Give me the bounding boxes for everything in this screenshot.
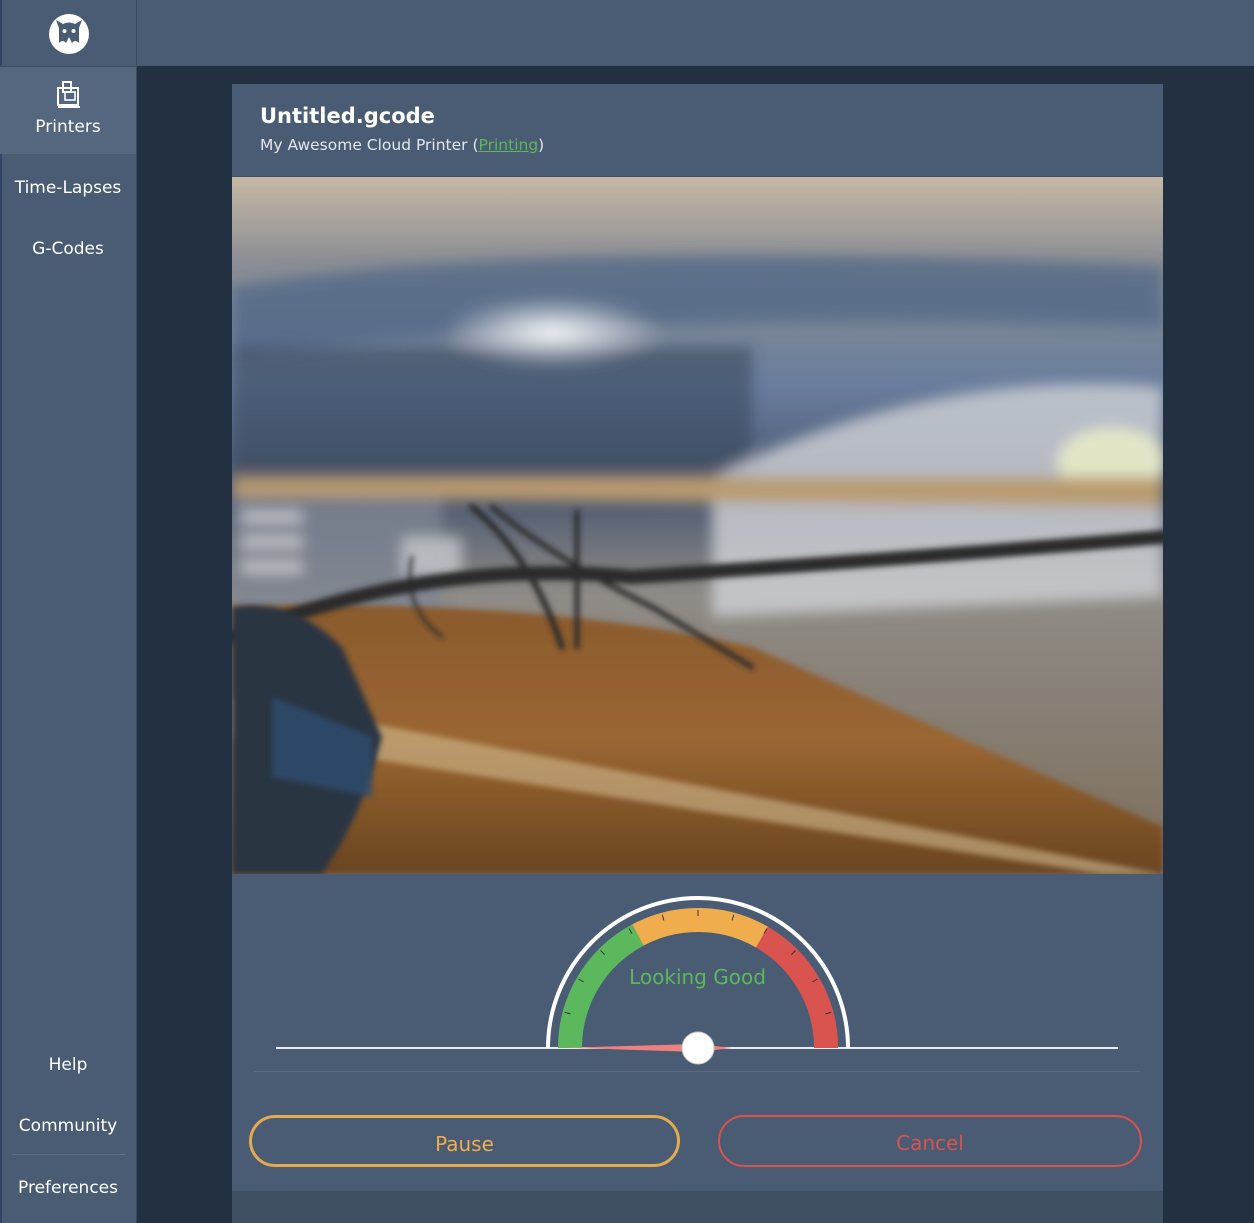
print-filename: Untitled.gcode xyxy=(260,104,435,128)
gauge-zone-fair xyxy=(632,908,768,948)
webcam-feed xyxy=(232,177,1163,874)
card-footer xyxy=(232,1191,1163,1223)
sidebar-item-label: Printers xyxy=(35,117,101,137)
webcam-image xyxy=(232,177,1163,874)
sidebar-divider xyxy=(12,1154,125,1155)
gauge-hub xyxy=(681,1031,715,1065)
print-card: Untitled.gcode My Awesome Cloud Printer … xyxy=(232,84,1163,1223)
cancel-button[interactable]: Cancel xyxy=(718,1115,1142,1167)
octocat-logo-icon[interactable] xyxy=(48,13,90,55)
gauge-separator xyxy=(254,1071,1140,1072)
printer-name: My Awesome Cloud Printer xyxy=(260,136,468,154)
sidebar-item-preferences[interactable]: Preferences xyxy=(0,1178,136,1198)
printer-status-link[interactable]: Printing xyxy=(479,136,539,154)
card-header: Untitled.gcode My Awesome Cloud Printer … xyxy=(232,84,1163,177)
sidebar-item-community[interactable]: Community xyxy=(0,1116,136,1136)
sidebar-item-g-codes[interactable]: G-Codes xyxy=(0,239,136,259)
failure-detection-gauge: Looking Good xyxy=(232,874,1163,1074)
gauge-status-label: Looking Good xyxy=(629,965,766,989)
pause-button[interactable]: Pause xyxy=(249,1115,680,1167)
sidebar-item-help[interactable]: Help xyxy=(0,1055,136,1075)
top-bar xyxy=(137,0,1254,66)
sidebar-item-printers[interactable]: Printers xyxy=(0,67,136,154)
sidebar: Printers Time-Lapses G-Codes Help Commun… xyxy=(0,0,137,1223)
logo-area[interactable] xyxy=(0,0,136,67)
printer-subtitle: My Awesome Cloud Printer (Printing) xyxy=(260,136,545,154)
sidebar-item-time-lapses[interactable]: Time-Lapses xyxy=(0,178,136,198)
printer-icon xyxy=(57,81,80,108)
